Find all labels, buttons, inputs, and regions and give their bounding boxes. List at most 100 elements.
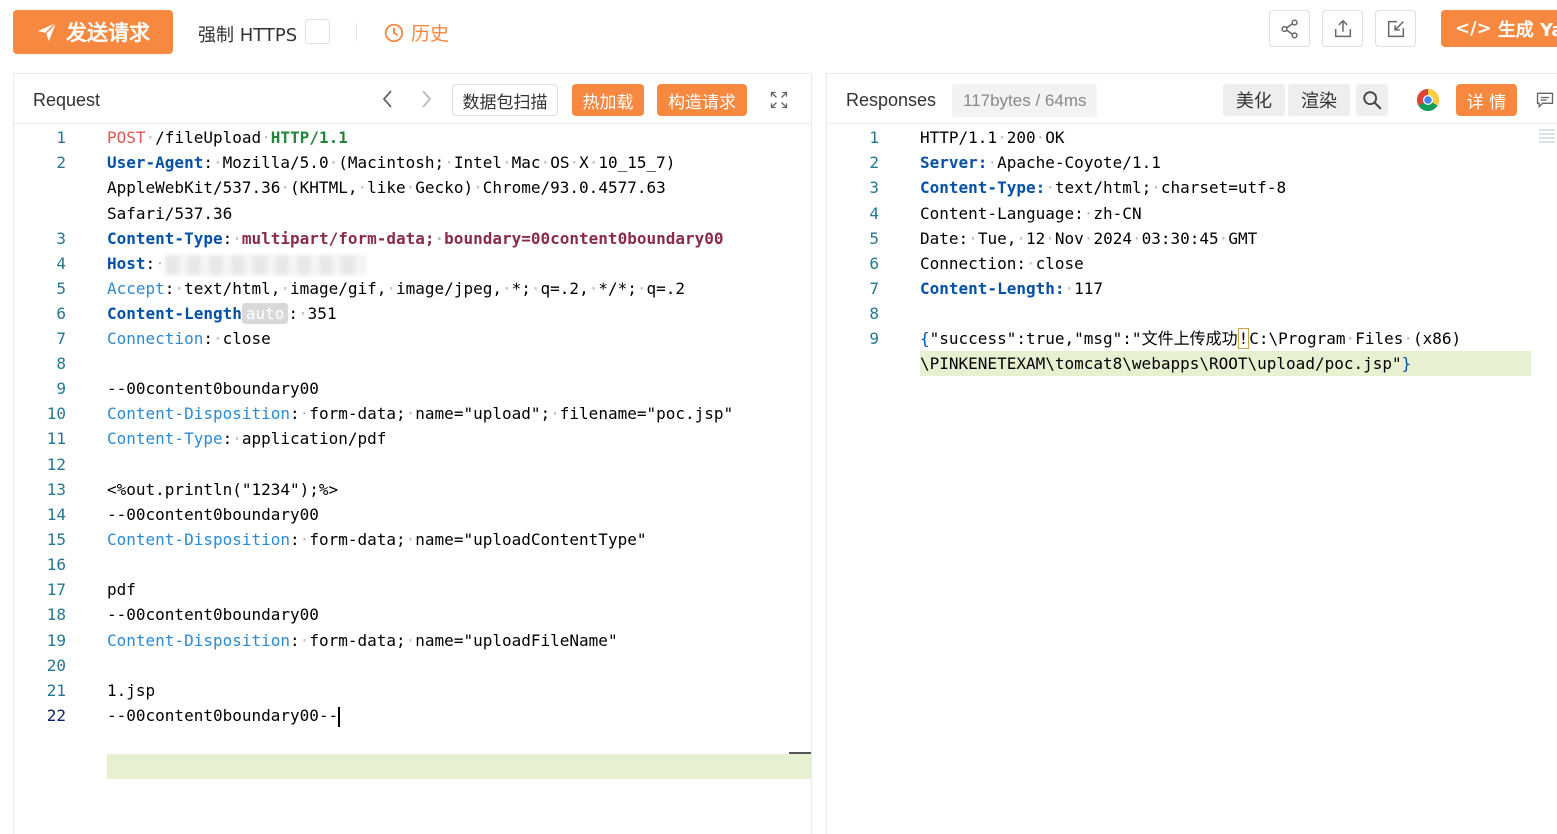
code-line: Server:·Apache-Coyote/1.1 xyxy=(920,153,1161,172)
line-number: 22 xyxy=(46,706,66,725)
line-number: 20 xyxy=(46,656,66,675)
line-number: 4 xyxy=(56,254,66,273)
import-button[interactable] xyxy=(1375,10,1416,47)
auto-tag[interactable]: auto xyxy=(241,303,289,324)
response-editor[interactable]: 1 2 3 4 5 6 7 8 9 HTTP/1.1·200·OK Server… xyxy=(827,125,1557,834)
send-request-button[interactable]: 发送请求 xyxy=(13,10,173,54)
line-number: 3 xyxy=(869,178,879,197)
header-value: 117 xyxy=(1074,279,1104,298)
line-number: 8 xyxy=(869,304,879,323)
code-line: --00content0boundary00 xyxy=(107,379,319,398)
line-number: 5 xyxy=(869,229,879,248)
details-button[interactable]: 详 情 xyxy=(1456,84,1517,116)
send-request-label: 发送请求 xyxy=(66,21,150,45)
redacted-host xyxy=(164,254,365,275)
code-line: {"success":true,"msg":"文件上传成功!C:\Program… xyxy=(920,326,1461,351)
line-number: 14 xyxy=(46,505,66,524)
line-number: 4 xyxy=(869,204,879,223)
code-line: --00content0boundary00 xyxy=(107,605,319,624)
header-value: application/pdf xyxy=(241,429,387,448)
header-value: form-data;·name="uploadFileName" xyxy=(309,631,618,650)
scroll-marker xyxy=(789,752,811,754)
previous-button[interactable] xyxy=(378,87,398,111)
code-line: Content-Length auto:·351 xyxy=(107,303,337,324)
history-button[interactable]: 历史 xyxy=(383,19,449,46)
fullscreen-button[interactable] xyxy=(765,86,793,114)
line-number: 18 xyxy=(46,605,66,624)
generate-yaml-label: 生成 Yan xyxy=(1497,19,1557,41)
hot-reload-button[interactable]: 热加载 xyxy=(572,84,644,116)
header-value: Mozilla/5.0·(Macintosh;·Intel·Mac·OS·X·1… xyxy=(222,153,676,172)
code-line: Host:· xyxy=(107,251,365,276)
http-version: HTTP/1.1 xyxy=(270,128,348,147)
beautify-button[interactable]: 美化 xyxy=(1223,84,1285,116)
next-button[interactable] xyxy=(416,87,436,111)
header-key: Content-Length: xyxy=(920,279,1065,298)
code-line: HTTP/1.1·200·OK xyxy=(920,128,1065,147)
request-panel-header: Request 数据包扫描 热加载 构造请求 xyxy=(14,74,811,124)
code-icon: </> xyxy=(1455,18,1492,39)
line-number: 1 xyxy=(56,128,66,147)
line-number: 1 xyxy=(869,128,879,147)
header-key: Content-Type xyxy=(107,229,223,248)
responses-title: Responses xyxy=(846,90,937,110)
line-number: 12 xyxy=(46,455,66,474)
current-line-highlight xyxy=(107,754,811,779)
header-value: multipart/form-data;·boundary=00content0… xyxy=(241,229,724,248)
response-panel: Responses 117bytes / 64ms 美化 渲染 详 情 1 2 … xyxy=(826,73,1557,834)
code-text: --00content0boundary00-- xyxy=(107,706,339,725)
text-cursor xyxy=(338,706,341,727)
code-line: Content-Length:·117 xyxy=(920,279,1104,298)
header-key: Content-Disposition xyxy=(107,631,291,650)
code-line: --00content0boundary00 xyxy=(107,505,319,524)
export-button[interactable] xyxy=(1322,10,1363,47)
header-value: form-data;·name="upload";·filename="poc.… xyxy=(309,404,734,423)
code-line: Content-Disposition:·form-data;·name="up… xyxy=(107,404,734,423)
search-button[interactable] xyxy=(1356,84,1388,116)
render-button[interactable]: 渲染 xyxy=(1288,84,1350,116)
packet-scan-button[interactable]: 数据包扫描 xyxy=(452,84,558,116)
code-line: Content-Type:·multipart/form-data;·bound… xyxy=(107,229,724,248)
header-value: text/html;·charset=utf-8 xyxy=(1054,178,1287,197)
json-brace: { xyxy=(920,329,930,348)
code-line-wrap: Safari/537.36 xyxy=(107,204,233,223)
code-line: Accept:·text/html,·image/gif,·image/jpeg… xyxy=(107,279,686,298)
line-number: 6 xyxy=(56,304,66,323)
line-number: 6 xyxy=(869,254,879,273)
response-size-badge: 117bytes / 64ms xyxy=(952,84,1098,117)
header-key: Connection xyxy=(107,329,204,348)
header-key: Content-Length xyxy=(107,304,242,323)
share-icon xyxy=(1280,18,1298,39)
header-key: Content-Disposition xyxy=(107,404,291,423)
line-number: 16 xyxy=(46,555,66,574)
generate-yaml-button[interactable]: </> 生成 Yan xyxy=(1441,10,1557,47)
header-key: Accept xyxy=(107,279,165,298)
request-panel: Request 数据包扫描 热加载 构造请求 1 2 3 4 5 6 7 8 9… xyxy=(13,73,812,834)
code-line: Content-Type:·text/html;·charset=utf-8 xyxy=(920,178,1287,197)
minimap[interactable] xyxy=(1539,127,1555,143)
code-line-wrap: \PINKENETEXAM\tomcat8\webapps\ROOT\uploa… xyxy=(920,351,1411,376)
clock-icon xyxy=(384,23,404,42)
history-label: 历史 xyxy=(411,23,450,45)
json-text: \PINKENETEXAM\tomcat8\webapps\ROOT\uploa… xyxy=(920,354,1402,373)
force-https-checkbox[interactable] xyxy=(305,19,330,44)
construct-request-button[interactable]: 构造请求 xyxy=(657,84,747,116)
top-toolbar: 发送请求 强制 HTTPS 历史 </> 生成 Yan xyxy=(0,0,1557,66)
comment-button[interactable] xyxy=(1531,86,1557,114)
line-number: 11 xyxy=(46,429,66,448)
force-https-label: 强制 HTTPS xyxy=(198,25,298,46)
request-editor[interactable]: 1 2 3 4 5 6 7 8 9 10 11 12 13 14 15 16 1… xyxy=(14,125,811,834)
header-value: text/html,·image/gif,·image/jpeg,·*;·q=.… xyxy=(184,279,686,298)
header-key: Server: xyxy=(920,153,988,172)
json-brace: } xyxy=(1401,354,1412,373)
code-line: Content-Language:·zh-CN xyxy=(920,204,1142,223)
code-line: POST·/fileUpload·HTTP/1.1 xyxy=(107,128,348,147)
open-in-chrome-button[interactable] xyxy=(1414,86,1442,114)
code-line: Connection:·close xyxy=(920,254,1084,273)
share-button[interactable] xyxy=(1269,10,1310,47)
code-line-current: --00content0boundary00-- xyxy=(107,703,341,728)
line-number: 7 xyxy=(56,329,66,348)
line-number: 19 xyxy=(46,631,66,650)
header-value: close xyxy=(222,329,271,348)
code-line: Connection:·close xyxy=(107,329,271,348)
